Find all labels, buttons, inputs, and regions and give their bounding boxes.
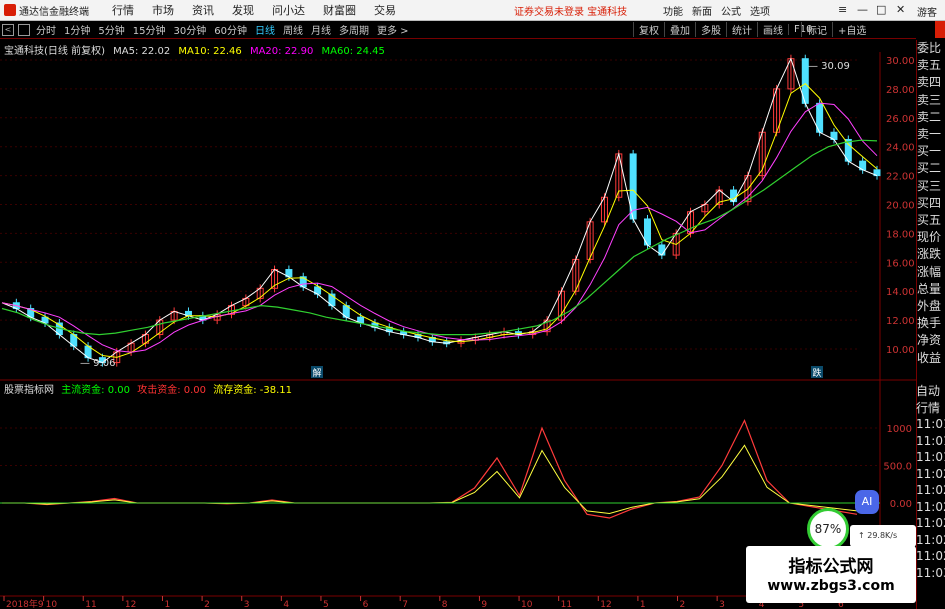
- quote-label: 委比: [917, 41, 942, 55]
- date-label: 12: [125, 600, 136, 609]
- date-label: 3: [244, 600, 250, 609]
- date-label: 10: [46, 600, 58, 609]
- indicator-info: 股票指标网 主流资金: 0.00 攻击资金: 0.00 流存资金: -38.11: [4, 381, 296, 396]
- watermark: 指标公式网 www.zbgs3.com: [746, 546, 916, 603]
- quote-label: 换手: [917, 316, 942, 331]
- quote-label: 总量: [917, 281, 942, 296]
- price-tick-label: 20.00: [886, 201, 915, 212]
- tick-time: 11:02: [916, 499, 945, 514]
- quote-label: 卖一: [917, 127, 942, 142]
- tick-time: 11:02: [916, 483, 945, 497]
- event-tag: 解: [312, 367, 321, 379]
- quote-label: 买二: [917, 161, 942, 176]
- side-panel-toggle[interactable]: [935, 21, 945, 38]
- ma20-line: [1, 102, 878, 353]
- date-label: 4: [283, 600, 289, 609]
- ma5-value: MA5: 22.02: [113, 46, 171, 57]
- ma20-value: MA20: 22.90: [249, 46, 314, 57]
- tick-time: 11:01: [916, 433, 945, 448]
- price-tick-label: 26.00: [886, 114, 915, 125]
- price-tick-label: 14.00: [886, 287, 915, 298]
- date-label: 6: [363, 600, 369, 609]
- tick-time: 11:02: [916, 466, 945, 481]
- date-label: 2: [680, 600, 686, 609]
- date-label: 11: [85, 600, 96, 609]
- date-label: 10: [521, 600, 533, 609]
- quote-label: 现价: [917, 230, 942, 245]
- quote-label: 买三: [917, 178, 942, 193]
- price-tick-label: 30.00: [886, 56, 915, 67]
- flow-fund-value: 流存资金: -38.11: [213, 385, 293, 396]
- stock-name: 宝通科技(日线 前复权): [4, 46, 105, 57]
- quote-label: 买一: [917, 144, 942, 159]
- ma5-line: [1, 57, 878, 364]
- quote-label: 净资: [917, 333, 942, 348]
- indicator-name: 股票指标网: [4, 385, 54, 396]
- date-label: 8: [442, 600, 448, 609]
- ma60-line: [1, 139, 878, 336]
- quote-label: 外盘: [917, 299, 942, 314]
- tick-time: 11:03: [916, 565, 945, 580]
- indicator-tick-label: 1000: [887, 424, 912, 435]
- tick-time: 11:01: [916, 450, 945, 464]
- tick-label[interactable]: 行情: [916, 400, 945, 417]
- main-fund-value: 主流资金: 0.00: [61, 385, 131, 396]
- tick-panel: 自动 行情 11:01 11:01 11:01 11:02 11:02 11:0…: [916, 383, 945, 581]
- watermark-title: 指标公式网: [788, 557, 874, 577]
- ma-info: 宝通科技(日线 前复权) MA5: 22.02 MA10: 22.46 MA20…: [4, 42, 390, 57]
- network-speed: ↑ 29.8K/s: [850, 525, 916, 547]
- kline-chart[interactable]: 30.0028.0026.0024.0022.0020.0018.0016.00…: [0, 0, 916, 609]
- tick-time: 11:01: [916, 417, 945, 431]
- date-label: 9: [481, 600, 487, 609]
- tick-label[interactable]: 自动: [916, 383, 945, 400]
- indicator-tick-label: 500.0: [883, 462, 912, 473]
- quote-label: 涨幅: [917, 264, 942, 279]
- date-label: 1: [164, 600, 170, 609]
- high-annotation: — 30.09: [808, 61, 850, 72]
- attack-fund-value: 攻击资金: 0.00: [137, 385, 207, 396]
- date-label: 12: [600, 600, 611, 609]
- quote-label: 卖五: [917, 58, 942, 73]
- price-tick-label: 24.00: [886, 143, 915, 154]
- date-label: 11: [561, 600, 572, 609]
- ma10-value: MA10: 22.46: [178, 46, 242, 57]
- watermark-url: www.zbgs3.com: [767, 578, 895, 594]
- quote-label: 涨跌: [917, 247, 942, 262]
- quote-label: 买五: [917, 213, 942, 228]
- tick-time: 11:02: [916, 516, 945, 530]
- date-label: 2: [204, 600, 210, 609]
- date-label: 7: [402, 600, 408, 609]
- quote-label: 卖三: [917, 92, 942, 107]
- low-annotation: — 9.06: [80, 358, 115, 369]
- ma60-value: MA60: 24.45: [321, 46, 385, 57]
- quote-label: 卖二: [917, 109, 942, 124]
- date-label: 3: [719, 600, 725, 609]
- ai-assistant-button[interactable]: AI: [855, 490, 879, 514]
- date-label: 1: [640, 600, 646, 609]
- ma10-line: [1, 82, 878, 358]
- indicator-tick-label: 0.00: [890, 499, 912, 510]
- tick-time: 11:02: [916, 532, 945, 547]
- event-tag: 跌: [812, 368, 821, 379]
- price-tick-label: 22.00: [886, 172, 915, 183]
- memory-usage-badge[interactable]: 87%: [807, 508, 849, 550]
- date-label: 2018年9: [6, 598, 44, 609]
- price-tick-label: 16.00: [886, 258, 915, 269]
- tick-time: 11:02: [916, 549, 945, 563]
- date-label: 5: [323, 600, 329, 609]
- price-tick-label: 10.00: [886, 345, 915, 356]
- price-tick-label: 12.00: [886, 316, 915, 327]
- quote-label: 买四: [917, 195, 942, 210]
- price-tick-label: 18.00: [886, 229, 915, 240]
- quote-label: 收益: [917, 350, 942, 365]
- guest-label[interactable]: 游客: [917, 4, 937, 19]
- quote-label: 卖四: [917, 75, 942, 90]
- price-tick-label: 28.00: [886, 85, 915, 96]
